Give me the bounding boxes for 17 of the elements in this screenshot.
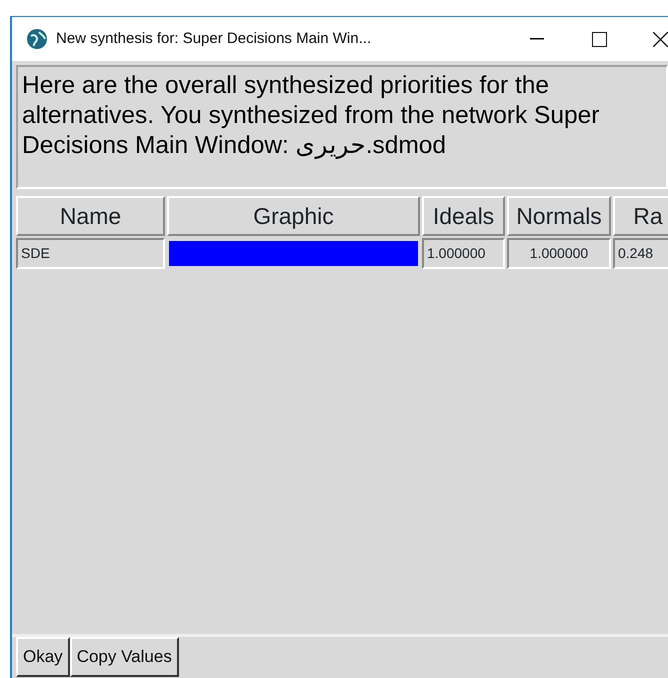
column-header[interactable]: Normals	[507, 196, 611, 236]
column-header[interactable]: Graphic	[167, 196, 420, 236]
column-header[interactable]: Name	[16, 196, 165, 236]
dialog-button[interactable]: Copy Values	[70, 637, 179, 677]
table-cell: 1.000000	[507, 238, 611, 269]
close-icon[interactable]	[653, 32, 668, 46]
maximize-icon[interactable]	[592, 32, 606, 46]
column-header[interactable]: Ra	[613, 196, 668, 236]
table-cell: 1.000000	[422, 238, 505, 269]
column-header[interactable]: Ideals	[422, 196, 505, 236]
message-text: Here are the overall synthesized priorities for the alternatives. You synthesized from the network Super Decisions Main Window: حریری.sdmod	[16, 65, 668, 189]
window-title: New synthesis for: Super Decisions Main Win...	[56, 28, 372, 49]
minimize-icon[interactable]	[530, 38, 544, 40]
table-cell: SDE	[16, 238, 165, 269]
globe-icon	[26, 28, 48, 50]
table-cell: 0.248	[613, 238, 668, 269]
dialog-button[interactable]: Okay	[16, 637, 70, 677]
